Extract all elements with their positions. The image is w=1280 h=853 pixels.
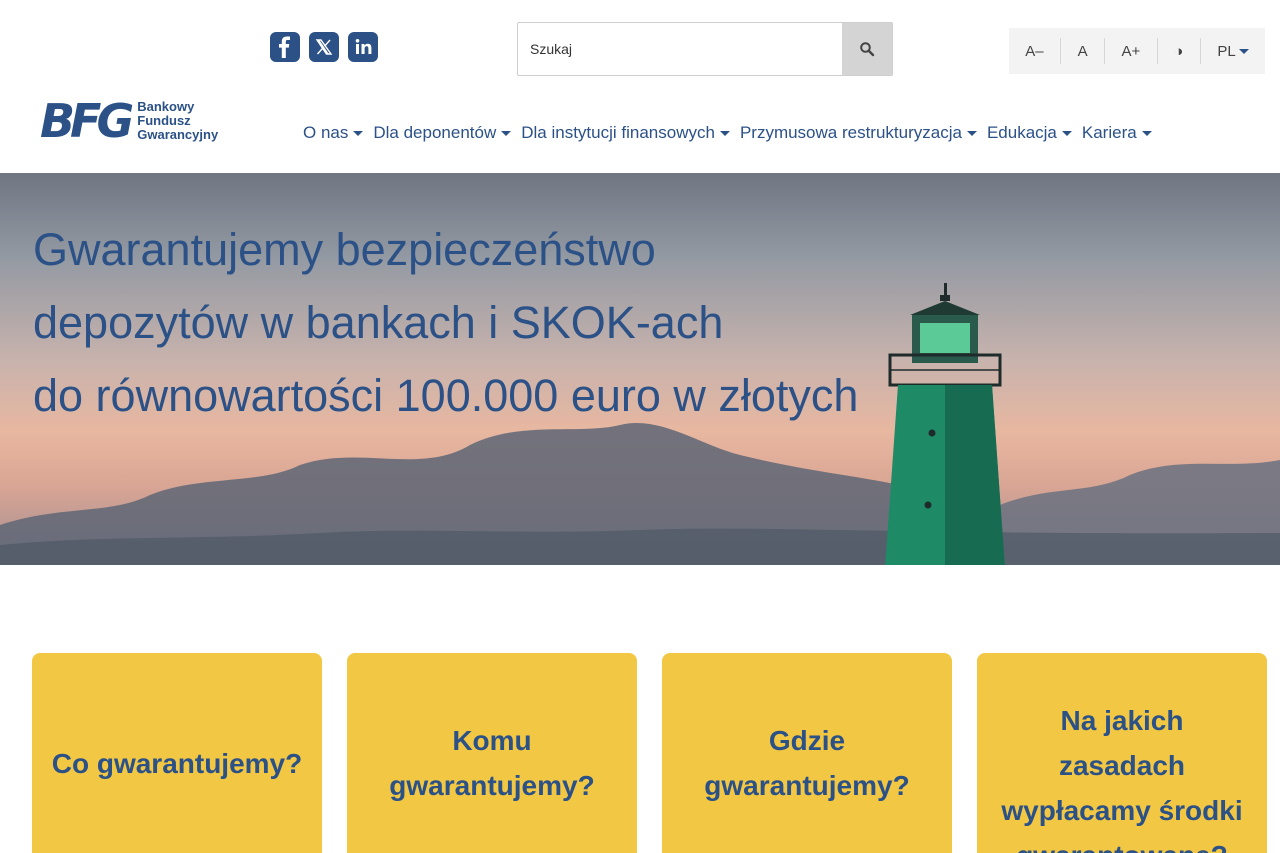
logo-mark: BFG	[40, 94, 134, 148]
chevron-down-icon	[353, 130, 364, 136]
nav-item-edukacja[interactable]: Edukacja	[987, 123, 1072, 143]
chevron-down-icon	[719, 130, 730, 136]
language-label: PL	[1217, 42, 1236, 60]
search-box	[517, 22, 893, 76]
nav-item-label: Edukacja	[986, 123, 1057, 142]
search-button[interactable]	[842, 23, 892, 75]
divider	[1199, 38, 1201, 64]
chevron-down-icon	[966, 130, 977, 136]
nav-item-label: Dla deponentów	[373, 123, 497, 142]
nav-item-label: Dla instytucji finansowych	[521, 123, 715, 142]
hero-title-line: Gwarantujemy bezpieczeństwo	[33, 224, 656, 275]
logo-line: Bankowy	[137, 99, 195, 114]
card-label: Na jakich zasadach wypłacamy środki gwar…	[1001, 705, 1243, 853]
hero-title-line: do równowartości 100.000 euro w złotych	[33, 370, 859, 421]
hero-banner: Gwarantujemy bezpieczeństwo depozytów w …	[0, 173, 1280, 565]
card-na-jakich-zasadach[interactable]: Na jakich zasadach wypłacamy środki gwar…	[977, 653, 1267, 853]
chevron-down-icon	[1141, 130, 1152, 136]
logo[interactable]: BFG Bankowy Fundusz Gwarancyjny	[40, 98, 218, 144]
search-input[interactable]	[518, 23, 842, 75]
contrast-icon[interactable]: ◑	[1170, 43, 1187, 60]
logo-line: Gwarancyjny	[137, 127, 219, 142]
language-select[interactable]: PL	[1213, 43, 1252, 60]
accessibility-bar: A– A A+ ◑ PL	[1009, 28, 1265, 74]
nav-item-label: Przymusowa restrukturyzacja	[739, 123, 962, 142]
font-decrease-button[interactable]: A–	[1021, 43, 1047, 60]
search-icon	[860, 42, 875, 57]
divider	[1104, 38, 1106, 64]
font-normal-button[interactable]: A	[1074, 43, 1092, 60]
main-nav: O nas Dla deponentów Dla instytucji fina…	[303, 123, 1152, 143]
chevron-down-icon	[1061, 130, 1072, 136]
hero-title: Gwarantujemy bezpieczeństwo depozytów w …	[33, 213, 858, 432]
nav-item-przymusowa-restrukturyzacja[interactable]: Przymusowa restrukturyzacja	[740, 123, 977, 143]
card-label: Gdzie gwarantujemy?	[704, 725, 910, 801]
linkedin-icon[interactable]	[348, 32, 378, 62]
card-gdzie-gwarantujemy[interactable]: Gdzie gwarantujemy?	[662, 653, 952, 853]
divider	[1156, 38, 1158, 64]
card-label: Co gwarantujemy?	[51, 747, 303, 779]
chevron-down-icon	[501, 130, 512, 136]
nav-item-label: Kariera	[1081, 123, 1137, 142]
font-increase-button[interactable]: A+	[1118, 43, 1145, 60]
nav-item-dla-deponentow[interactable]: Dla deponentów	[373, 123, 512, 143]
logo-line: Fundusz	[137, 113, 191, 128]
facebook-icon[interactable]	[270, 32, 300, 62]
card-komu-gwarantujemy[interactable]: Komu gwarantujemy?	[347, 653, 637, 853]
x-icon[interactable]	[309, 32, 339, 62]
chevron-down-icon	[1238, 48, 1249, 54]
nav-item-kariera[interactable]: Kariera	[1082, 123, 1152, 143]
hero-title-line: depozytów w bankach i SKOK-ach	[33, 297, 724, 348]
nav-item-label: O nas	[303, 123, 349, 142]
divider	[1060, 38, 1062, 64]
clouds-image	[0, 422, 1280, 565]
lighthouse-image	[885, 283, 1005, 565]
card-co-gwarantujemy[interactable]: Co gwarantujemy?	[32, 653, 322, 853]
nav-item-dla-instytucji[interactable]: Dla instytucji finansowych	[521, 123, 730, 143]
card-label: Komu gwarantujemy?	[389, 725, 595, 801]
logo-text: Bankowy Fundusz Gwarancyjny	[137, 100, 218, 142]
info-cards: Co gwarantujemy? Komu gwarantujemy? Gdzi…	[32, 653, 1267, 853]
nav-item-o-nas[interactable]: O nas	[303, 123, 364, 143]
social-links	[270, 32, 378, 62]
